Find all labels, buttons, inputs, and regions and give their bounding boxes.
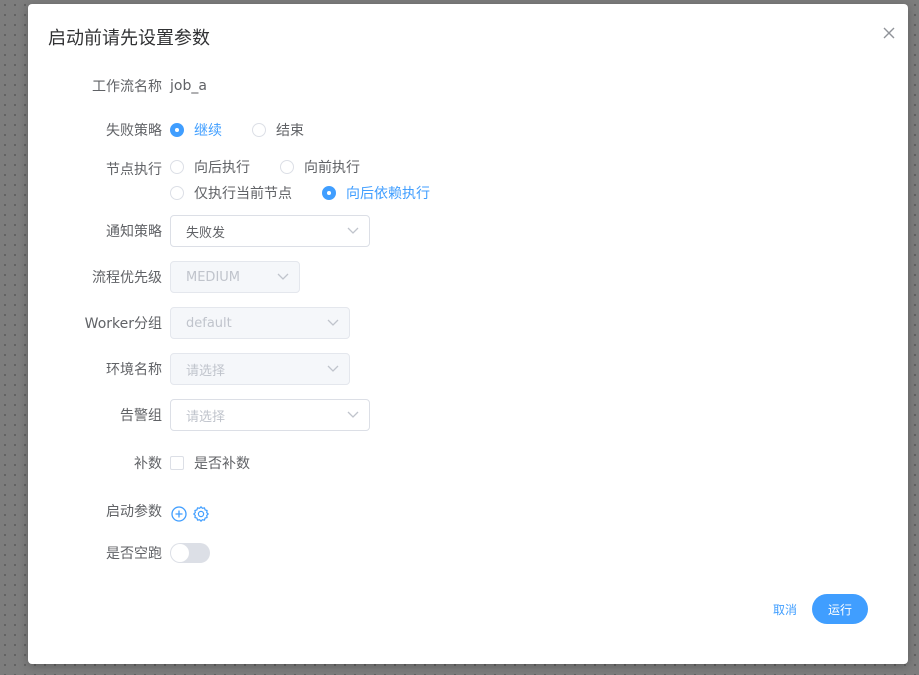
cancel-button[interactable]: 取消 <box>773 601 797 618</box>
alert-group-row: 告警组 请选择 <box>28 399 370 431</box>
radio-dot <box>170 186 184 200</box>
notify-strategy-row: 通知策略 失败发 <box>28 215 370 247</box>
start-params-dialog: 启动前请先设置参数 工作流名称 job_a 失败策略 继续 结束 节点执行 向后… <box>28 4 908 664</box>
complement-row: 补数 是否补数 <box>28 453 250 473</box>
process-priority-row: 流程优先级 MEDIUM <box>28 261 300 293</box>
select-value: default <box>186 315 232 331</box>
dry-run-row: 是否空跑 <box>28 543 210 563</box>
dry-run-label: 是否空跑 <box>106 546 162 562</box>
dialog-title: 启动前请先设置参数 <box>48 28 210 49</box>
radio-dot <box>170 160 184 174</box>
worker-group-row: Worker分组 default <box>28 307 350 339</box>
process-priority-label: 流程优先级 <box>92 270 162 286</box>
radio-dot <box>252 123 266 137</box>
startup-params-row: 启动参数 <box>28 499 214 523</box>
radio-label: 向前执行 <box>304 160 360 176</box>
notify-strategy-select[interactable]: 失败发 <box>170 215 370 247</box>
radio-dot <box>170 123 184 137</box>
node-execution-label: 节点执行 <box>106 162 162 178</box>
dry-run-switch[interactable] <box>170 543 210 563</box>
node-execution-options: 向后执行 向前执行 仅执行当前节点 向后依赖执行 <box>170 157 460 203</box>
workflow-name-value: job_a <box>170 78 207 94</box>
radio-label: 向后依赖执行 <box>346 186 430 202</box>
alert-group-select[interactable]: 请选择 <box>170 399 370 431</box>
failure-strategy-continue-radio[interactable]: 继续 <box>170 120 222 140</box>
failure-strategy-end-radio[interactable]: 结束 <box>252 120 304 140</box>
select-value: 失败发 <box>186 225 226 241</box>
radio-label: 向后执行 <box>194 160 250 176</box>
gear-icon[interactable] <box>192 505 210 523</box>
node-exec-backward-depend-radio[interactable]: 向后依赖执行 <box>322 183 430 203</box>
workflow-name-label: 工作流名称 <box>92 79 162 95</box>
worker-group-label: Worker分组 <box>84 316 162 332</box>
environment-row: 环境名称 请选择 <box>28 353 350 385</box>
chevron-down-icon <box>347 227 359 234</box>
process-priority-select[interactable]: MEDIUM <box>170 261 300 293</box>
select-placeholder: 请选择 <box>186 409 226 425</box>
failure-strategy-label: 失败策略 <box>106 123 162 139</box>
complement-checkbox-label: 是否补数 <box>194 456 250 472</box>
notify-strategy-label: 通知策略 <box>106 224 162 240</box>
environment-select[interactable]: 请选择 <box>170 353 350 385</box>
node-exec-current-only-radio[interactable]: 仅执行当前节点 <box>170 183 292 203</box>
plus-circle-icon[interactable] <box>170 505 188 523</box>
select-placeholder: 请选择 <box>186 363 226 379</box>
workflow-name-row: 工作流名称 job_a <box>28 76 207 96</box>
chevron-down-icon <box>327 365 339 372</box>
environment-label: 环境名称 <box>106 362 162 378</box>
worker-group-select[interactable]: default <box>170 307 350 339</box>
close-icon[interactable] <box>882 26 896 40</box>
radio-dot <box>322 186 336 200</box>
complement-checkbox[interactable] <box>170 456 184 470</box>
switch-knob <box>171 544 189 562</box>
node-execution-row: 节点执行 向后执行 向前执行 仅执行当前节点 向后依赖执行 <box>28 157 460 203</box>
startup-params-label: 启动参数 <box>106 504 162 520</box>
select-value: MEDIUM <box>186 269 241 285</box>
failure-strategy-row: 失败策略 继续 结束 <box>28 120 334 140</box>
radio-label: 仅执行当前节点 <box>194 186 292 202</box>
radio-dot <box>280 160 294 174</box>
chevron-down-icon <box>277 273 289 280</box>
complement-label: 补数 <box>134 456 162 472</box>
chevron-down-icon <box>347 411 359 418</box>
alert-group-label: 告警组 <box>120 408 162 424</box>
run-button[interactable]: 运行 <box>812 594 868 624</box>
node-exec-backward-radio[interactable]: 向后执行 <box>170 157 250 177</box>
radio-label: 结束 <box>276 123 304 139</box>
node-exec-forward-radio[interactable]: 向前执行 <box>280 157 360 177</box>
radio-label: 继续 <box>194 123 222 139</box>
chevron-down-icon <box>327 319 339 326</box>
